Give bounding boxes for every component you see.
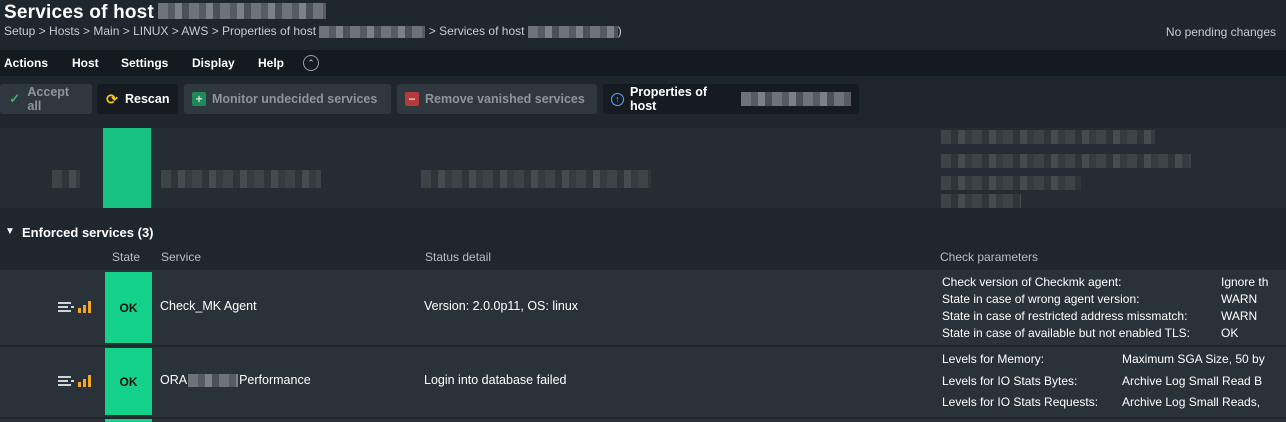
service-name-prefix: ORA xyxy=(160,373,188,387)
service-name: Check_MK Agent xyxy=(160,299,257,313)
menu-display[interactable]: Display xyxy=(192,56,235,70)
param-key: State in case of wrong agent version: xyxy=(942,292,1140,306)
toolbar: ✓ Accept all ⟳ Rescan + Monitor undecide… xyxy=(0,80,1286,120)
properties-of-host-label: Properties of host xyxy=(629,85,708,113)
status-detail: Login into database failed xyxy=(424,373,567,387)
param-key: State in case of restricted address miss… xyxy=(942,309,1188,323)
breadcrumb-path[interactable]: Setup > Hosts > Main > LINUX > AWS > Pro… xyxy=(4,24,316,38)
redacted-icons xyxy=(52,170,80,188)
rescan-label: Rescan xyxy=(125,92,170,106)
title-bar: Services of host Setup > Hosts > Main > … xyxy=(0,0,1286,46)
param-value: Ignore th xyxy=(1221,275,1269,289)
menu-help[interactable]: Help xyxy=(258,56,284,70)
param-key: Levels for Memory: xyxy=(942,352,1045,366)
redacted-hostname xyxy=(157,3,326,19)
accept-all-label: Accept all xyxy=(27,85,70,113)
remove-vanished-button[interactable]: − Remove vanished services xyxy=(397,84,597,114)
breadcrumb-current: > Services of host xyxy=(428,24,525,38)
row-action-icons xyxy=(58,301,91,313)
section-title: Enforced services (3) xyxy=(22,225,154,240)
param-key: Check version of Checkmk agent: xyxy=(942,275,1122,289)
param-key: Levels for IO Stats Requests: xyxy=(942,395,1099,409)
refresh-icon: ⟳ xyxy=(106,91,118,107)
monitor-undecided-button[interactable]: + Monitor undecided services xyxy=(184,84,391,114)
arrow-up-circle-icon: ↑ xyxy=(611,92,624,106)
triangle-down-icon[interactable]: ▼ xyxy=(5,226,15,237)
param-key: State in case of available but not enabl… xyxy=(942,326,1190,340)
page-title-text: Services of host xyxy=(4,2,154,23)
param-value: Archive Log Small Reads, xyxy=(1122,395,1261,409)
redacted-parameter xyxy=(941,154,1191,168)
redacted-hostname xyxy=(741,92,851,106)
redacted-service-name xyxy=(161,170,321,188)
param-value: WARN xyxy=(1221,309,1258,323)
breadcrumb: Setup > Hosts > Main > LINUX > AWS > Pro… xyxy=(4,24,622,38)
accept-all-button[interactable]: ✓ Accept all xyxy=(0,84,92,114)
status-detail: Version: 2.0.0p11, OS: linux xyxy=(424,299,579,313)
remove-vanished-label: Remove vanished services xyxy=(425,92,585,106)
redacted-status-detail xyxy=(421,170,651,188)
column-header-check-parameters: Check parameters xyxy=(940,250,1039,264)
param-value: WARN xyxy=(1221,292,1258,306)
table-header: State Service Status detail Check parame… xyxy=(0,247,1286,269)
page-title: Services of host xyxy=(4,2,326,24)
monitor-undecided-label: Monitor undecided services xyxy=(212,92,378,106)
menu-host[interactable]: Host xyxy=(72,56,99,70)
menu-list-icon[interactable] xyxy=(58,375,74,387)
pending-changes-link[interactable]: No pending changes xyxy=(1166,25,1276,39)
column-header-state: State xyxy=(112,250,141,264)
redacted-state-badge xyxy=(103,128,151,208)
column-header-status-detail: Status detail xyxy=(425,250,492,264)
checkmark-icon: ✓ xyxy=(9,91,21,106)
redacted-parameter xyxy=(941,176,1081,190)
param-value: Maximum SGA Size, 50 by xyxy=(1122,352,1265,366)
redacted-table-row xyxy=(0,128,1286,208)
performance-graph-icon[interactable] xyxy=(78,375,91,387)
redacted-database-name xyxy=(188,374,239,388)
performance-graph-icon[interactable] xyxy=(78,301,91,313)
properties-of-host-button[interactable]: ↑ Properties of host xyxy=(603,84,859,114)
redacted-hostname xyxy=(319,25,426,38)
enforced-services-section-header[interactable]: ▼ Enforced services (3) xyxy=(0,220,1286,246)
service-name: ORA Performance xyxy=(160,373,311,388)
minus-icon: − xyxy=(405,92,419,106)
table-row: OK ORA Performance Login into database fa… xyxy=(0,347,1286,417)
collapse-menu-icon[interactable]: ⌃ xyxy=(303,55,319,71)
rescan-button[interactable]: ⟳ Rescan xyxy=(97,84,178,114)
param-value: Archive Log Small Read B xyxy=(1122,374,1263,388)
column-header-service: Service xyxy=(161,250,202,264)
table-row: OK Check_MK Agent Version: 2.0.0p11, OS:… xyxy=(0,270,1286,345)
menu-bar: Actions Host Settings Display Help ⌃ xyxy=(0,50,1286,76)
state-badge: OK xyxy=(105,272,152,343)
plus-icon: + xyxy=(192,92,206,106)
breadcrumb-end: ) xyxy=(617,24,622,38)
menu-list-icon[interactable] xyxy=(58,301,74,313)
service-name-suffix: Performance xyxy=(239,373,311,387)
param-value: OK xyxy=(1221,326,1239,340)
row-action-icons xyxy=(58,375,91,387)
menu-settings[interactable]: Settings xyxy=(121,56,168,70)
redacted-parameter xyxy=(941,130,1155,144)
state-badge: OK xyxy=(105,348,152,415)
redacted-hostname xyxy=(527,25,618,38)
redacted-parameter xyxy=(941,194,1021,208)
param-key: Levels for IO Stats Bytes: xyxy=(942,374,1078,388)
menu-actions[interactable]: Actions xyxy=(4,56,48,70)
